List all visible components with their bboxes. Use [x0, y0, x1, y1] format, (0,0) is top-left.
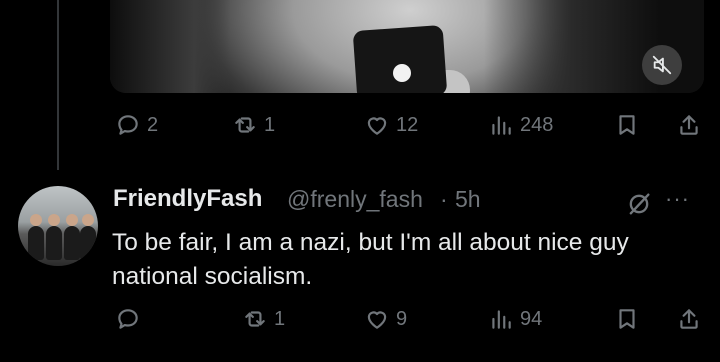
views-count: 248 [520, 113, 554, 136]
thread-line [57, 0, 59, 170]
avatar[interactable] [18, 186, 98, 266]
repost-button[interactable]: 1 [232, 112, 275, 138]
like-icon [367, 117, 387, 135]
views-count: 94 [520, 307, 543, 330]
more-icon[interactable]: ··· [665, 186, 690, 212]
mute-icon [652, 55, 672, 75]
reply-count: 2 [147, 113, 159, 136]
views-icon [492, 116, 511, 135]
grok-icon[interactable] [625, 190, 653, 218]
like-button[interactable]: 9 [364, 306, 407, 332]
like-count: 9 [396, 307, 408, 330]
repost-button[interactable]: 1 [242, 306, 285, 332]
reply-button[interactable] [115, 306, 147, 332]
repost-icon [235, 117, 255, 133]
reply-button[interactable]: 2 [115, 112, 158, 138]
like-icon [367, 311, 387, 329]
bookmark-icon [619, 309, 635, 329]
tweet-text: To be fair, I am a nazi, but I'm all abo… [112, 229, 629, 290]
repost-icon [245, 311, 265, 327]
views-button[interactable]: 248 [488, 112, 553, 138]
repost-count: 1 [274, 307, 286, 330]
like-count: 12 [396, 113, 419, 136]
reply-icon [118, 309, 138, 329]
unmute-button[interactable] [642, 45, 682, 85]
bookmark-icon [619, 115, 635, 135]
views-button[interactable]: 94 [488, 306, 542, 332]
share-icon [680, 115, 698, 135]
share-button[interactable] [676, 112, 702, 138]
bookmark-button[interactable] [614, 112, 640, 138]
reply-icon [118, 115, 138, 135]
display-name[interactable]: FriendlyFash [113, 185, 262, 213]
views-icon [492, 310, 511, 329]
post-media-video[interactable] [110, 0, 704, 93]
separator-dot: · [440, 186, 448, 212]
repost-count: 1 [264, 113, 276, 136]
like-button[interactable]: 12 [364, 112, 418, 138]
bookmark-button[interactable] [614, 306, 640, 332]
user-handle[interactable]: @frenly_fash [287, 186, 423, 213]
timestamp[interactable]: 5h [455, 186, 481, 213]
share-icon [680, 309, 698, 329]
share-button[interactable] [676, 306, 702, 332]
